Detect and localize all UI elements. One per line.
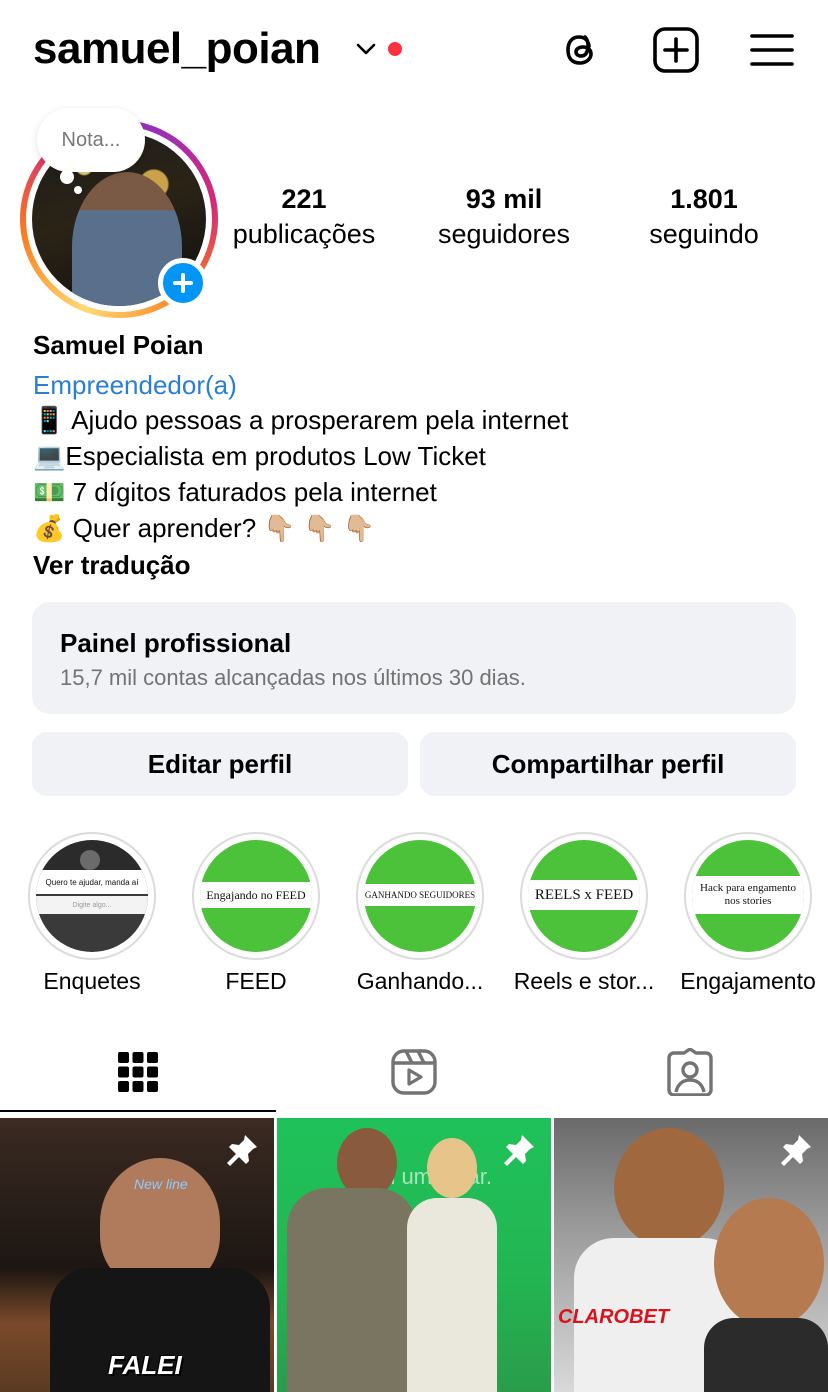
post-thumbnail[interactable]: New line FALEI (0, 1118, 274, 1392)
reels-icon[interactable] (390, 1048, 438, 1096)
post-shirt-text: New line (134, 1176, 188, 1192)
edit-profile-button[interactable]: Editar perfil (32, 732, 408, 796)
stat-following-value: 1.801 (670, 184, 738, 214)
avatar-mini (80, 850, 100, 870)
highlight-label: Ganhando... (356, 968, 484, 994)
bio-line: 💵 7 dígitos faturados pela internet (33, 477, 437, 507)
highlight-label: Engajamento (680, 968, 816, 994)
full-name: Samuel Poian (33, 330, 204, 360)
stat-following[interactable]: 1.801 seguindo (609, 184, 799, 250)
highlight-cover: Engajando no FEED (200, 840, 312, 952)
professional-dashboard[interactable]: Painel profissional 15,7 mil contas alca… (32, 602, 796, 714)
stat-posts-value: 221 (281, 184, 327, 214)
highlight-ring: REELS x FEED (520, 832, 648, 960)
note-bubble[interactable]: Nota... (37, 108, 145, 172)
post-person2-head (714, 1198, 824, 1328)
highlight-cover-text: Quero te ajudar, manda aí (36, 870, 148, 894)
grid-icon[interactable] (114, 1048, 162, 1096)
pin-icon (781, 1135, 811, 1166)
post-overlay-text: FALEI (108, 1350, 182, 1380)
highlight-cover: REELS x FEED (528, 840, 640, 952)
dashboard-subtitle: 15,7 mil contas alcançadas nos últimos 3… (60, 665, 526, 690)
highlight-cover-text: Engajando no FEED (200, 882, 312, 908)
stat-followers-value: 93 mil (465, 184, 543, 214)
highlight-cover-subtext: Digite algo... (36, 896, 148, 914)
pin-icon (227, 1135, 257, 1166)
highlight-feed[interactable]: Engajando no FEED FEED (192, 832, 320, 994)
highlight-enquetes[interactable]: Quero te ajudar, manda aí Digite algo...… (28, 832, 156, 994)
post-person-body (287, 1188, 417, 1392)
stat-followers[interactable]: 93 mil seguidores (409, 184, 599, 250)
note-tail-small (74, 186, 82, 194)
post-person-head (614, 1128, 724, 1248)
stat-following-label: seguindo (649, 219, 759, 249)
highlight-ring: Quero te ajudar, manda aí Digite algo... (28, 832, 156, 960)
post-person2-head (427, 1138, 477, 1198)
highlight-cover-text: REELS x FEED (528, 880, 640, 910)
see-translation-link[interactable]: Ver tradução (33, 550, 191, 581)
highlight-engajamento[interactable]: Hack para engamento nos stories Engajame… (680, 832, 816, 994)
highlight-ring: GANHANDO SEGUIDORES (356, 832, 484, 960)
bio-line: 💰 Quer aprender? 👇🏼 👇🏼 👇🏼 (33, 513, 375, 543)
notification-dot (388, 42, 402, 56)
pin-icon (504, 1135, 534, 1166)
create-post-icon[interactable] (652, 26, 700, 74)
share-profile-button[interactable]: Compartilhar perfil (420, 732, 796, 796)
category-label: Empreendedor(a) (33, 370, 237, 400)
highlight-reels[interactable]: REELS x FEED Reels e stor... (514, 832, 654, 994)
add-story-plus-icon[interactable] (158, 258, 208, 308)
highlight-cover: Hack para engamento nos stories (692, 840, 804, 952)
highlight-ring: Engajando no FEED (192, 832, 320, 960)
post-person2-body (407, 1198, 497, 1392)
chevron-down-icon[interactable] (355, 38, 377, 60)
post-person2-body (704, 1318, 828, 1392)
highlight-cover-text: GANHANDO SEGUIDORES (364, 884, 476, 906)
username-title[interactable]: samuel_poian (33, 24, 321, 74)
highlight-label: Enquetes (43, 968, 141, 994)
threads-icon[interactable] (556, 26, 604, 74)
highlight-cover-text: Hack para engamento nos stories (692, 876, 804, 914)
post-thumbnail[interactable]: CLAROBET (554, 1118, 828, 1392)
tagged-icon[interactable] (666, 1048, 714, 1096)
highlight-label: FEED (225, 968, 287, 994)
highlight-ganhando[interactable]: GANHANDO SEGUIDORES Ganhando... (356, 832, 484, 994)
stat-followers-label: seguidores (437, 219, 571, 249)
stat-posts[interactable]: 221 publicações (209, 184, 399, 250)
note-tail (60, 170, 74, 184)
bio-line: 📱 Ajudo pessoas a prosperarem pela inter… (33, 405, 569, 435)
dashboard-title: Painel profissional (60, 628, 292, 658)
post-thumbnail[interactable]: m um lugar. (277, 1118, 551, 1392)
highlight-cover: Quero te ajudar, manda aí Digite algo... (36, 840, 148, 952)
post-overlay-text: CLAROBET (558, 1306, 670, 1328)
highlight-cover: GANHANDO SEGUIDORES (364, 840, 476, 952)
menu-icon[interactable] (748, 26, 796, 74)
bio-line: 💻Especialista em produtos Low Ticket (33, 441, 486, 471)
active-tab-indicator (0, 1110, 276, 1112)
highlight-ring: Hack para engamento nos stories (684, 832, 812, 960)
stat-posts-label: publicações (232, 219, 376, 249)
profile-header: samuel_poian (0, 0, 828, 100)
